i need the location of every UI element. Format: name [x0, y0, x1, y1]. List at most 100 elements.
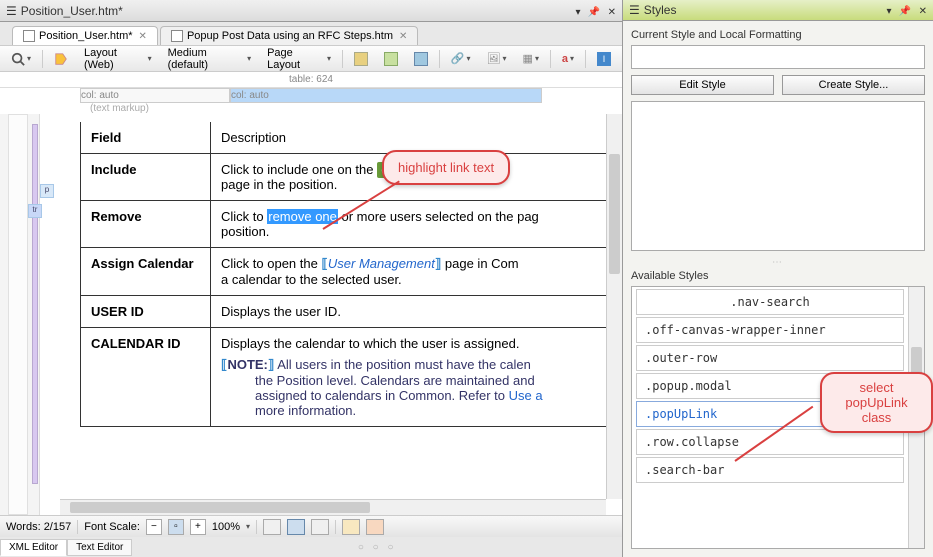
- tab-inactive[interactable]: Popup Post Data using an RFC Steps.htm ✕: [160, 26, 418, 45]
- create-style-button[interactable]: Create Style...: [782, 75, 925, 95]
- tr-marker: tr: [28, 204, 42, 218]
- tab-label: Popup Post Data using an RFC Steps.htm: [187, 30, 393, 42]
- link-button[interactable]: 🔗▾: [446, 49, 476, 68]
- page-layout-dropdown[interactable]: Page Layout ▾: [262, 44, 336, 74]
- status-bar: Words: 2/157 Font Scale: − ▫ + 100% ▾: [0, 515, 622, 537]
- style-item-nav-search[interactable]: .nav-search: [636, 289, 904, 315]
- desc-cell: Description: [211, 122, 607, 154]
- link-text[interactable]: User Management: [328, 256, 435, 271]
- close-icon[interactable]: ✕: [919, 6, 927, 17]
- editor-body: p tr FieldDescription Include Click to i…: [0, 114, 622, 515]
- table-row: Include Click to include one on the dsp …: [81, 154, 607, 201]
- editor-titlebar: ☰ Position_User.htm* ▾ 📌 ✕: [0, 0, 622, 22]
- current-style-label: Current Style and Local Formatting: [631, 29, 925, 41]
- desc-cell[interactable]: Displays the user ID.: [211, 296, 607, 328]
- insert-button-1[interactable]: [349, 49, 373, 69]
- insert-button-2[interactable]: [379, 49, 403, 69]
- zoom-value: 100%: [212, 521, 240, 533]
- content-area[interactable]: FieldDescription Include Click to includ…: [60, 114, 606, 515]
- styles-pane: ☰ Styles ▾ 📌 ✕ Current Style and Local F…: [623, 0, 933, 557]
- current-style-box[interactable]: [631, 45, 925, 69]
- editor-mode-tabs: XML Editor Text Editor ○ ○ ○: [0, 537, 622, 557]
- zoom-reset-button[interactable]: ▫: [168, 519, 184, 535]
- style-item-search-bar[interactable]: .search-bar: [636, 457, 904, 483]
- table-row: CALENDAR ID Displays the calendar to whi…: [81, 328, 607, 427]
- search-button[interactable]: ▾: [6, 49, 36, 69]
- p-marker: p: [40, 184, 54, 198]
- structure-gutter: p tr: [0, 114, 40, 515]
- file-icon: [171, 30, 183, 42]
- close-icon[interactable]: ✕: [608, 7, 616, 18]
- note-label: NOTE:: [227, 357, 267, 372]
- style-item-row-collapse[interactable]: .row.collapse: [636, 429, 904, 455]
- word-count: Words: 2/157: [6, 521, 71, 533]
- document-tabs: Position_User.htm* ✕ Popup Post Data usi…: [0, 22, 622, 46]
- callout-highlight: highlight link text: [382, 150, 510, 185]
- styles-title: Styles: [644, 3, 883, 17]
- tab-close-icon[interactable]: ✕: [139, 31, 147, 42]
- field-description-table: FieldDescription Include Click to includ…: [80, 122, 606, 427]
- view-option-2[interactable]: [366, 519, 384, 535]
- field-cell: Assign Calendar: [81, 248, 211, 296]
- snippet-button[interactable]: ▦▾: [518, 49, 544, 68]
- editor-title: Position_User.htm*: [21, 4, 572, 18]
- splitter-grip[interactable]: ⋯: [631, 257, 925, 268]
- desc-cell[interactable]: Click to remove one or more users select…: [211, 201, 607, 248]
- text-editor-tab[interactable]: Text Editor: [67, 539, 132, 556]
- dropdown-icon[interactable]: ▾: [886, 6, 891, 17]
- style-item-off-canvas[interactable]: .off-canvas-wrapper-inner: [636, 317, 904, 343]
- edit-style-button[interactable]: Edit Style: [631, 75, 774, 95]
- pin-icon[interactable]: 📌: [899, 6, 911, 17]
- available-styles-label: Available Styles: [631, 270, 925, 282]
- table-row: Remove Click to remove one or more users…: [81, 201, 607, 248]
- field-cell: USER ID: [81, 296, 211, 328]
- font-scale-label: Font Scale:: [84, 521, 140, 533]
- col-header-1[interactable]: col: auto: [80, 88, 230, 103]
- image-button[interactable]: 🖼▾: [482, 49, 512, 68]
- style-item-outer-row[interactable]: .outer-row: [636, 345, 904, 371]
- table-row: Assign Calendar Click to open the ⟦User …: [81, 248, 607, 296]
- zoom-in-button[interactable]: +: [190, 519, 206, 535]
- pin-icon[interactable]: 📌: [588, 7, 600, 18]
- field-cell: Field: [81, 122, 211, 154]
- view-option-1[interactable]: [342, 519, 360, 535]
- desc-cell[interactable]: Click to open the ⟦User Management⟧ page…: [211, 248, 607, 296]
- field-cell: Include: [81, 154, 211, 201]
- highlighted-text[interactable]: remove one: [267, 209, 338, 224]
- styles-titlebar: ☰ Styles ▾ 📌 ✕: [623, 0, 933, 21]
- link-text[interactable]: Use a: [509, 388, 543, 403]
- vertical-scrollbar[interactable]: [606, 114, 622, 499]
- markup-label: (text markup): [0, 103, 622, 114]
- tab-close-icon[interactable]: ✕: [399, 31, 407, 42]
- xml-editor-tab[interactable]: XML Editor: [0, 539, 67, 556]
- insert-button-3[interactable]: [409, 49, 433, 69]
- file-icon: [23, 30, 35, 42]
- zoom-out-button[interactable]: −: [146, 519, 162, 535]
- callout-select: select popUpLink class: [820, 372, 933, 433]
- editor-toolbar: ▾ Layout (Web) ▾ Medium (default) ▾ Page…: [0, 46, 622, 72]
- text-a-button[interactable]: a▾: [557, 50, 579, 68]
- grip-icon[interactable]: ○ ○ ○: [132, 542, 622, 553]
- window-controls: ▾ 📌 ✕: [571, 4, 616, 18]
- tag-button[interactable]: [49, 49, 73, 69]
- dropdown-icon[interactable]: ▾: [575, 7, 580, 18]
- tab-active[interactable]: Position_User.htm* ✕: [12, 26, 158, 45]
- view-mode-1[interactable]: [263, 519, 281, 535]
- editor-pane: ☰ Position_User.htm* ▾ 📌 ✕ Position_User…: [0, 0, 623, 557]
- field-cell: CALENDAR ID: [81, 328, 211, 427]
- table-ruler: table: 624: [0, 72, 622, 88]
- styles-icon: ☰: [629, 3, 640, 17]
- medium-dropdown[interactable]: Medium (default) ▾: [163, 44, 256, 74]
- layout-dropdown[interactable]: Layout (Web) ▾: [79, 44, 157, 74]
- table-row: FieldDescription: [81, 122, 607, 154]
- col-header-2[interactable]: col: auto: [230, 88, 542, 103]
- index-button[interactable]: I: [592, 49, 616, 69]
- view-mode-3[interactable]: [311, 519, 329, 535]
- view-mode-2[interactable]: [287, 519, 305, 535]
- horizontal-scrollbar[interactable]: [60, 499, 606, 515]
- style-preview: [631, 101, 925, 251]
- field-cell: Remove: [81, 201, 211, 248]
- zoom-dropdown[interactable]: ▾: [246, 522, 250, 531]
- desc-cell[interactable]: Displays the calendar to which the user …: [211, 328, 607, 427]
- column-ruler: col: auto col: auto: [80, 88, 542, 103]
